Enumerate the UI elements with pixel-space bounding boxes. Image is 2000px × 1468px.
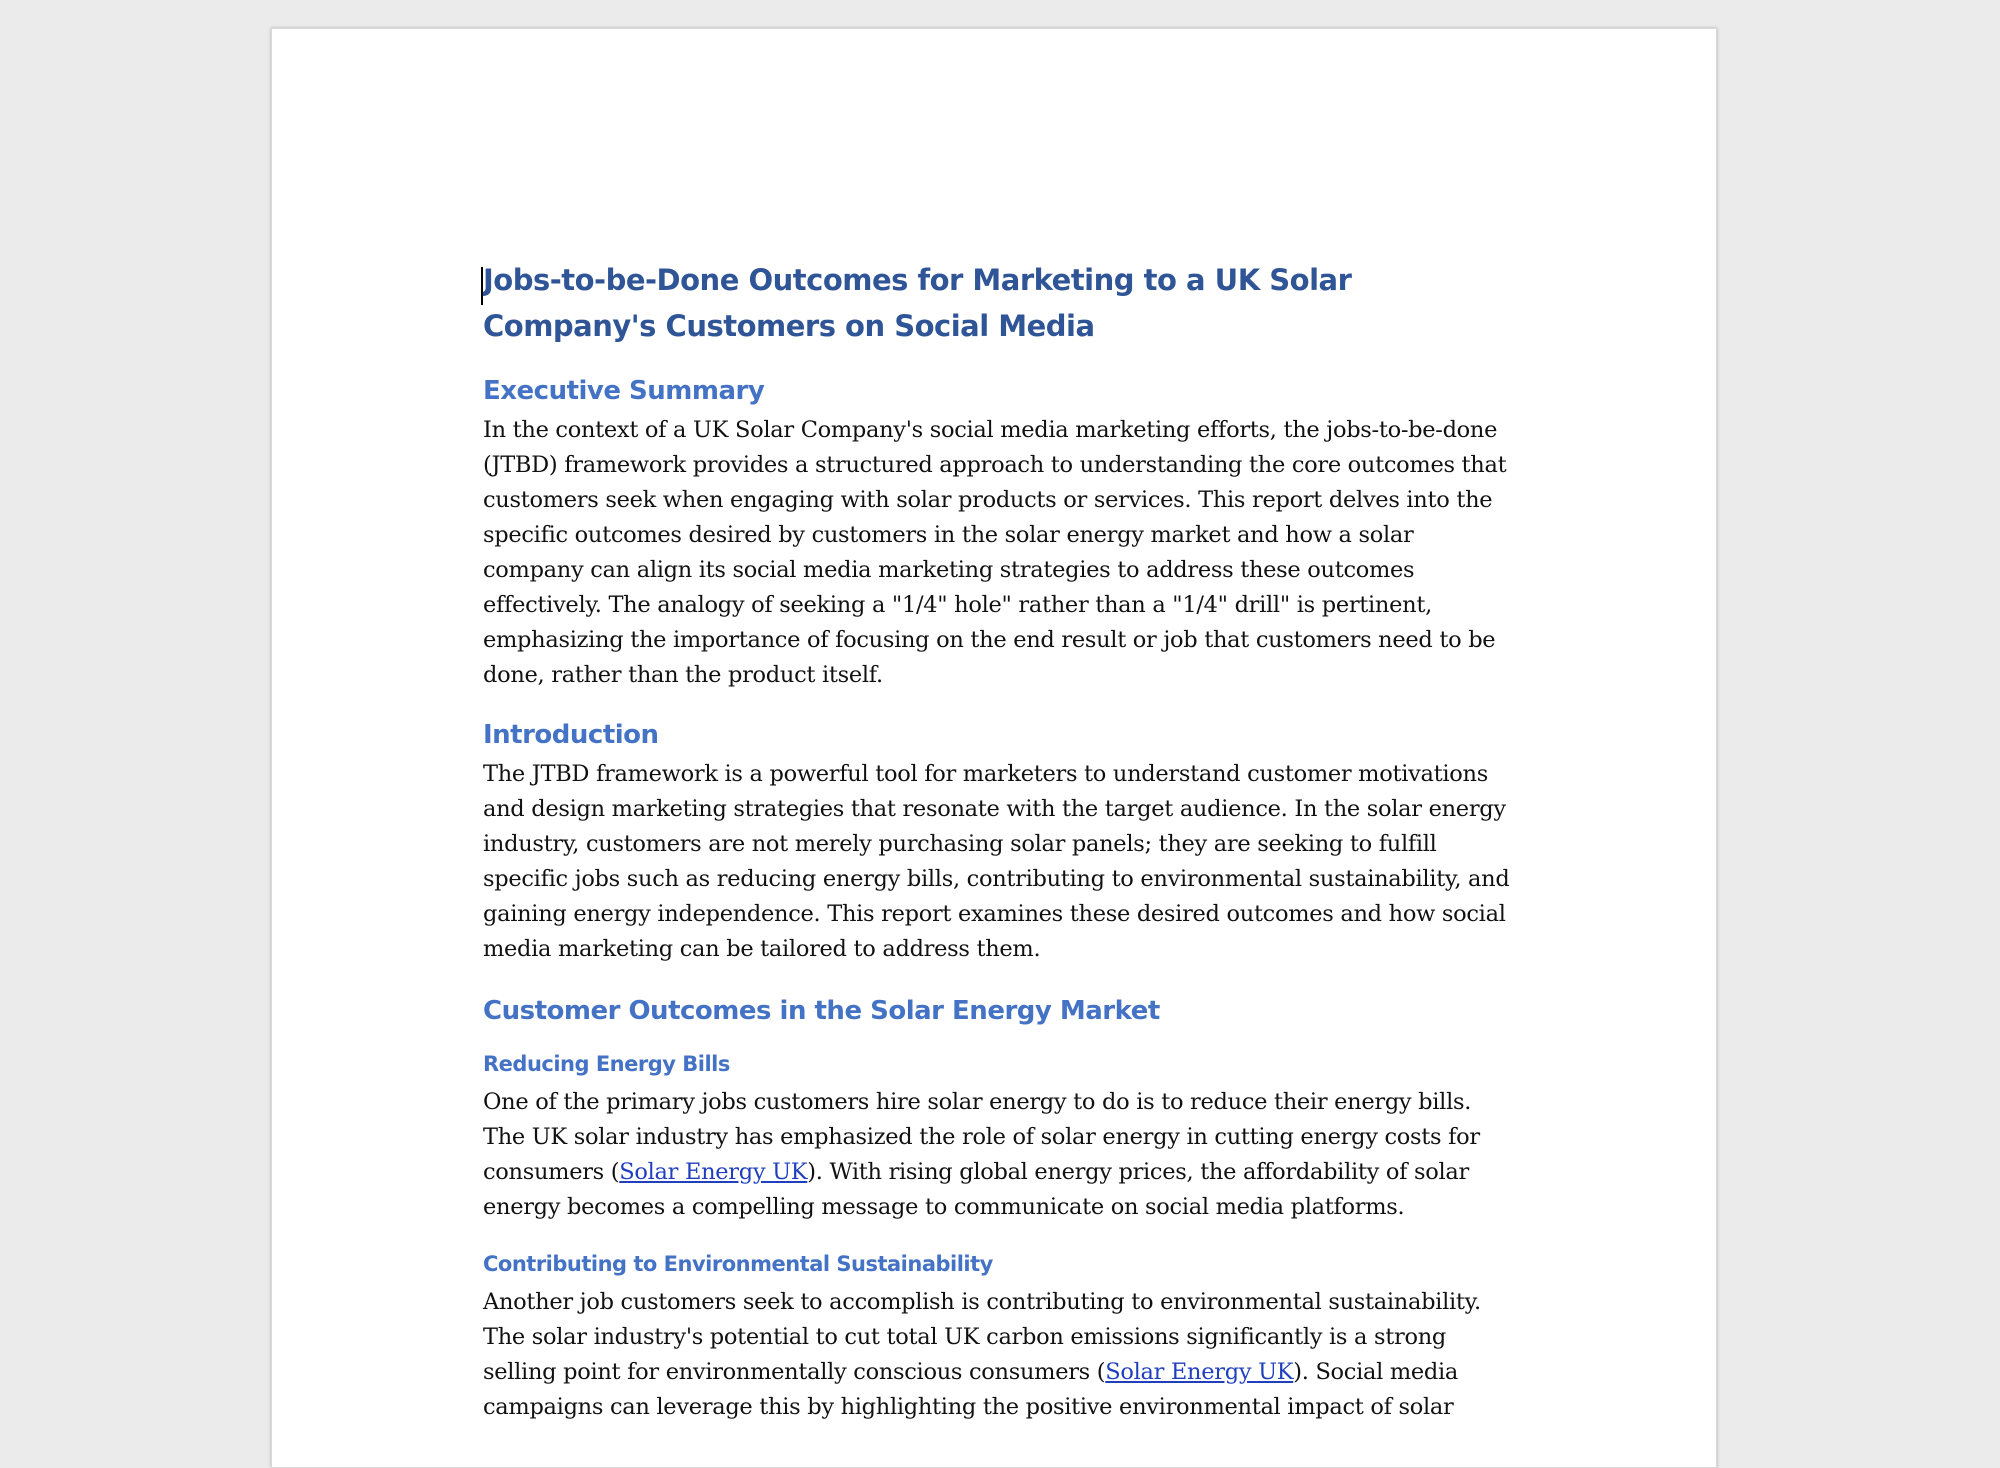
paragraph-introduction: The JTBD framework is a powerful tool fo… — [483, 761, 1510, 962]
document-title: Jobs-to-be-Done Outcomes for Marketing t… — [483, 263, 1352, 343]
paragraph-reducing-energy-bills: One of the primary jobs customers hire s… — [483, 1085, 1513, 1225]
paragraph-executive-summary: In the context of a UK Solar Company's s… — [483, 417, 1507, 688]
text-cursor — [481, 267, 483, 305]
heading-environmental-sustainability: Contributing to Environmental Sustainabi… — [483, 1252, 993, 1276]
solar-energy-uk-link[interactable]: Solar Energy UK — [619, 1159, 807, 1185]
heading-reducing-energy-bills: Reducing Energy Bills — [483, 1052, 730, 1076]
heading-executive-summary: Executive Summary — [483, 376, 765, 406]
heading-customer-outcomes: Customer Outcomes in the Solar Energy Ma… — [483, 996, 1160, 1026]
heading-introduction: Introduction — [483, 720, 659, 750]
document-page[interactable]: Jobs-to-be-Done Outcomes for Marketing t… — [271, 28, 1717, 1468]
document-content[interactable]: Jobs-to-be-Done Outcomes for Marketing t… — [481, 257, 1513, 1425]
solar-energy-uk-link[interactable]: Solar Energy UK — [1105, 1359, 1293, 1385]
paragraph-environmental-sustainability: Another job customers seek to accomplish… — [483, 1285, 1513, 1425]
